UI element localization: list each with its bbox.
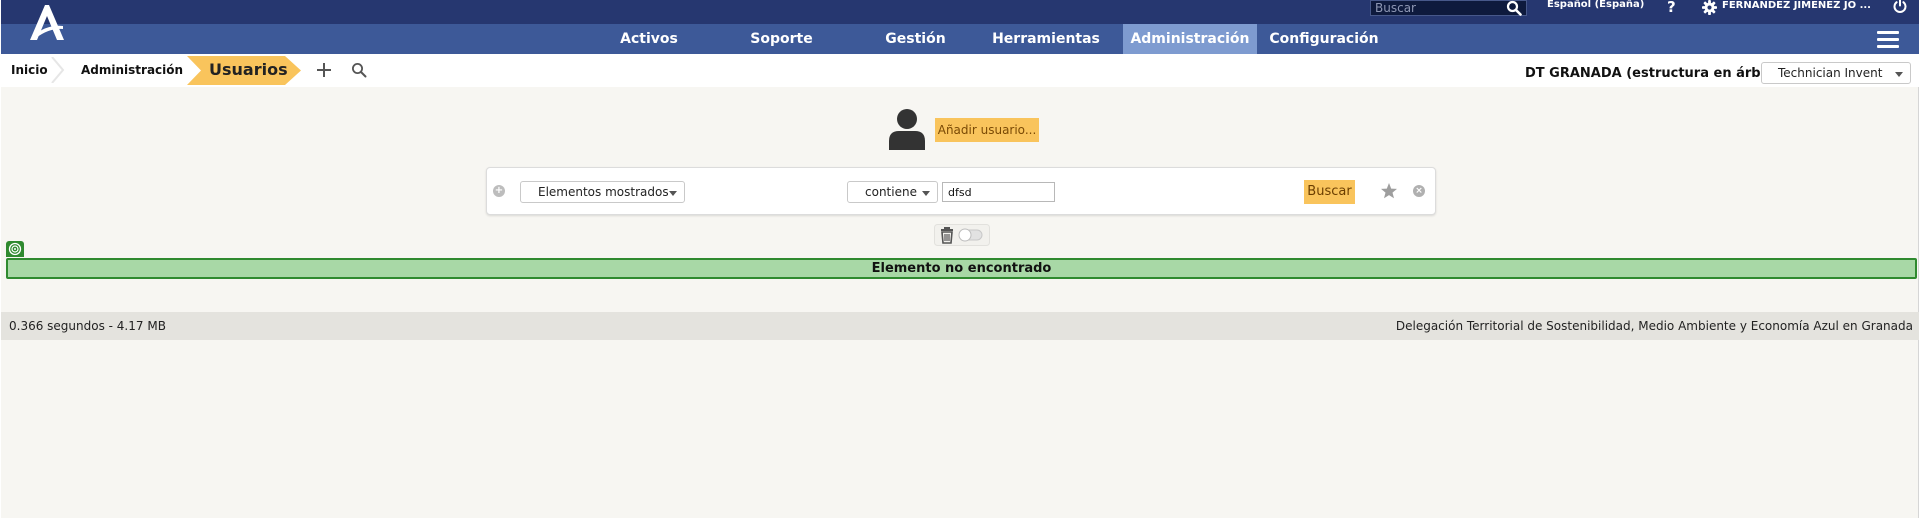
breadcrumb-separator-icon (51, 56, 65, 84)
breadcrumb-inicio[interactable]: Inicio (11, 57, 48, 83)
profile-select[interactable]: Technician Invent (1761, 62, 1911, 84)
add-criterion-icon[interactable]: + (493, 185, 505, 197)
language-selector[interactable]: Español (España) (1547, 0, 1644, 10)
app-frame: Español (España) ? FERNANDEZ JIMENEZ JO … (1, 0, 1919, 518)
global-search-input[interactable] (1371, 1, 1501, 15)
nav-activos[interactable]: Activos (597, 24, 701, 54)
add-user-button[interactable]: Añadir usuario... (935, 118, 1039, 142)
breadcrumb-administracion[interactable]: Administración (81, 57, 183, 83)
chevron-down-icon (669, 191, 677, 196)
field-select[interactable]: Elementos mostrados (520, 181, 685, 203)
toggle-switch (958, 228, 983, 242)
target-icon[interactable] (6, 241, 24, 257)
remove-criterion-icon[interactable]: × (1413, 185, 1425, 197)
footer: 0.366 segundos - 4.17 MB Delegación Terr… (1, 312, 1919, 340)
search-criteria-panel: + Elementos mostrados contiene Buscar × (486, 167, 1436, 215)
search-list-icon[interactable] (351, 62, 367, 78)
nav-soporte[interactable]: Soporte (701, 24, 862, 54)
chevron-down-icon (1895, 72, 1903, 77)
breadcrumb-current: Usuarios (209, 60, 288, 79)
no-results-message: Elemento no encontrado (6, 258, 1917, 279)
gear-icon[interactable] (1702, 0, 1717, 15)
help-icon[interactable]: ? (1667, 0, 1676, 16)
trash-icon (941, 227, 953, 244)
hamburger-menu-icon[interactable] (1877, 31, 1899, 48)
operator-select-value: contiene (865, 185, 917, 199)
top-bar: Español (España) ? FERNANDEZ JIMENEZ JO … (1, 0, 1919, 24)
operator-select[interactable]: contiene (847, 181, 938, 203)
entity-tree-label[interactable]: DT GRANADA (estructura en árbol) (1525, 66, 1780, 81)
nav-gestion[interactable]: Gestión (862, 24, 969, 54)
trash-toggle-group (934, 224, 990, 246)
chevron-down-icon (922, 191, 930, 196)
main-nav: Activos Soporte Gestión Herramientas Adm… (1, 24, 1919, 54)
user-icon (887, 108, 927, 150)
star-icon[interactable] (1380, 182, 1398, 200)
field-select-value: Elementos mostrados (538, 185, 669, 199)
nav-menu: Activos Soporte Gestión Herramientas Adm… (597, 24, 1391, 54)
profile-select-value: Technician Invent (1778, 66, 1883, 80)
user-menu[interactable]: FERNANDEZ JIMENEZ JO ... (1722, 0, 1871, 11)
nav-configuracion[interactable]: Configuración (1257, 24, 1391, 54)
search-button[interactable]: Buscar (1304, 180, 1355, 204)
nav-herramientas[interactable]: Herramientas (969, 24, 1123, 54)
app-logo-icon[interactable] (23, 2, 71, 42)
global-search[interactable] (1370, 0, 1527, 16)
footer-organization: Delegación Territorial de Sostenibilidad… (1395, 319, 1913, 333)
footer-stats: 0.366 segundos - 4.17 MB (9, 319, 166, 333)
add-icon[interactable] (315, 61, 333, 79)
logout-icon[interactable] (1892, 0, 1908, 14)
filter-value-input[interactable] (942, 182, 1055, 202)
search-icon[interactable] (1506, 0, 1522, 16)
nav-administracion[interactable]: Administración (1123, 24, 1257, 54)
